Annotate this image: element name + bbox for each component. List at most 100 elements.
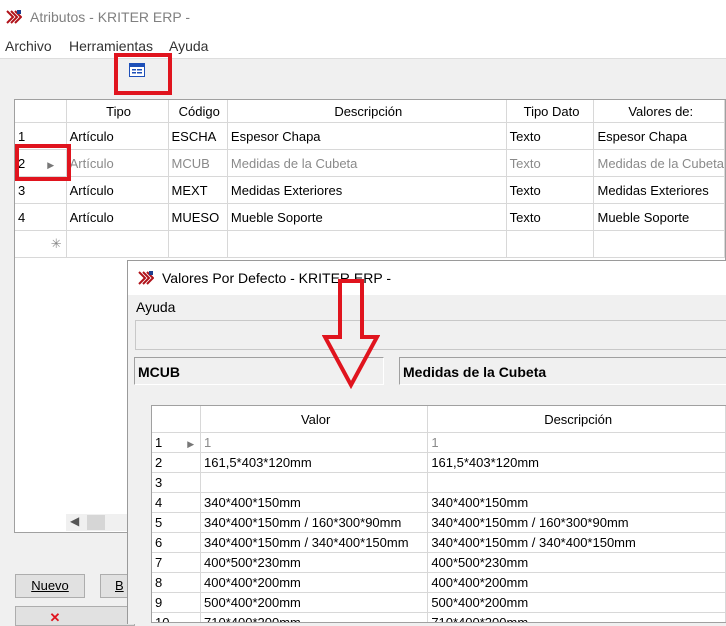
table-row[interactable]: 1 ▶ 1 1 — [152, 432, 726, 453]
table-row[interactable]: 7 400*500*230mm 400*500*230mm — [152, 552, 726, 573]
row-number[interactable]: 10 — [152, 612, 202, 622]
row-number[interactable]: 4 — [152, 492, 202, 513]
cell-valor[interactable]: 500*400*200mm — [200, 592, 429, 613]
col-tipo[interactable]: Tipo — [66, 100, 169, 123]
new-row[interactable]: ✳ — [15, 230, 725, 258]
table-row[interactable]: 8 400*400*200mm 400*400*200mm — [152, 572, 726, 593]
table-row[interactable]: 10 710*400*200mm 710*400*200mm — [152, 612, 726, 622]
main-toolbar — [0, 58, 726, 97]
col-descripcion[interactable]: Descripción — [227, 100, 507, 123]
row-number[interactable]: 9 — [152, 592, 202, 613]
cell-codigo[interactable]: MUESO — [168, 203, 228, 231]
cell-descripcion[interactable]: 500*400*200mm — [427, 592, 726, 613]
cell-valor[interactable]: 710*400*200mm — [200, 612, 429, 622]
nuevo-button[interactable]: Nuevo — [15, 574, 85, 598]
cell-valor[interactable] — [200, 472, 429, 493]
row-number[interactable]: 7 — [152, 552, 202, 573]
cell-valor[interactable]: 400*500*230mm — [200, 552, 429, 573]
col-descripcion[interactable]: Descripción — [427, 406, 726, 433]
grid-header-row: Tipo Código Descripción Tipo Dato Valore… — [15, 100, 725, 123]
cell-descripcion[interactable]: 400*500*230mm — [427, 552, 726, 573]
table-row[interactable]: 4 Artículo MUESO Mueble Soporte Texto Mu… — [15, 203, 725, 231]
cell-descripcion[interactable]: 1 — [427, 432, 726, 453]
menu-herramientas[interactable]: Herramientas — [69, 38, 153, 54]
cell-descripcion[interactable]: 340*400*150mm — [427, 492, 726, 513]
default-values-grid[interactable]: Valor Descripción 1 ▶ 1 1 2 161,5*403*120… — [151, 405, 726, 623]
defaults-menubar: Ayuda — [128, 295, 726, 319]
menu-ayuda[interactable]: Ayuda — [136, 299, 175, 315]
empty-cell[interactable] — [66, 230, 169, 258]
row-number[interactable]: 8 — [152, 572, 202, 593]
empty-cell[interactable] — [506, 230, 595, 258]
cell-valor[interactable]: 340*400*150mm — [200, 492, 429, 513]
defaults-titlebar: Valores Por Defecto - KRITER ERP - — [128, 261, 726, 295]
defaults-toolbar — [135, 320, 726, 350]
row-number[interactable]: 2 — [152, 452, 202, 473]
row-pointer-icon: ▶ — [187, 439, 195, 449]
app-icon — [138, 270, 154, 286]
cell-valores[interactable]: Espesor Chapa — [593, 122, 725, 150]
cell-tipo[interactable]: Artículo — [66, 122, 169, 150]
menu-archivo[interactable]: Archivo — [5, 38, 52, 54]
cell-valores[interactable]: Medidas Exteriores — [593, 176, 725, 204]
cell-tipo-dato[interactable]: Texto — [506, 176, 595, 204]
table-row[interactable]: 1 Artículo ESCHA Espesor Chapa Texto Esp… — [15, 122, 725, 150]
cell-tipo[interactable]: Artículo — [66, 176, 169, 204]
cell-valor[interactable]: 1 — [200, 432, 429, 453]
table-row[interactable]: 9 500*400*200mm 500*400*200mm — [152, 592, 726, 613]
cell-tipo[interactable]: Artículo — [66, 203, 169, 231]
cell-tipo-dato[interactable]: Texto — [506, 203, 595, 231]
col-codigo[interactable]: Código — [168, 100, 228, 123]
table-row[interactable]: 2 161,5*403*120mm 161,5*403*120mm — [152, 452, 726, 473]
b-label: B — [115, 578, 124, 593]
cell-codigo[interactable]: MEXT — [168, 176, 228, 204]
empty-cell[interactable] — [593, 230, 725, 258]
cell-descripcion[interactable]: 340*400*150mm / 160*300*90mm — [427, 512, 726, 533]
cell-valor[interactable]: 340*400*150mm / 340*400*150mm — [200, 532, 429, 553]
cell-descripcion[interactable]: 400*400*200mm — [427, 572, 726, 593]
table-row[interactable]: 4 340*400*150mm 340*400*150mm — [152, 492, 726, 513]
partial-button[interactable]: ✕ — [15, 606, 135, 626]
cell-descripcion[interactable]: 710*400*200mm — [427, 612, 726, 622]
scroll-left-icon[interactable]: ◀ — [70, 514, 79, 528]
row-number[interactable]: 3 — [152, 472, 202, 493]
scroll-thumb[interactable] — [87, 515, 105, 530]
down-arrow-annotation-icon — [321, 277, 381, 390]
cell-valores[interactable]: Medidas de la Cubeta — [593, 149, 725, 177]
cell-descripcion[interactable]: Medidas Exteriores — [227, 176, 507, 204]
table-row[interactable]: 5 340*400*150mm / 160*300*90mm 340*400*1… — [152, 512, 726, 533]
row-number[interactable]: 5 — [152, 512, 202, 533]
table-row[interactable]: 6 340*400*150mm / 340*400*150mm 340*400*… — [152, 532, 726, 553]
col-valor[interactable]: Valor — [200, 406, 429, 433]
empty-cell[interactable] — [168, 230, 228, 258]
cell-valor[interactable]: 340*400*150mm / 160*300*90mm — [200, 512, 429, 533]
table-row[interactable]: 3 Artículo MEXT Medidas Exteriores Texto… — [15, 176, 725, 204]
menu-ayuda[interactable]: Ayuda — [169, 38, 208, 54]
description-field: Medidas de la Cubeta — [399, 357, 726, 385]
cell-descripcion[interactable]: Medidas de la Cubeta — [227, 149, 507, 177]
col-valores[interactable]: Valores de: — [593, 100, 725, 123]
main-titlebar: Atributos - KRITER ERP - — [0, 0, 726, 34]
cell-valor[interactable]: 161,5*403*120mm — [200, 452, 429, 473]
app-icon — [6, 9, 22, 25]
cell-descripcion[interactable]: 340*400*150mm / 340*400*150mm — [427, 532, 726, 553]
grid-corner — [15, 100, 67, 123]
cell-descripcion[interactable] — [427, 472, 726, 493]
cell-valores[interactable]: Mueble Soporte — [593, 203, 725, 231]
row-number[interactable]: 6 — [152, 532, 202, 553]
empty-cell[interactable] — [227, 230, 507, 258]
table-row[interactable]: 3 — [152, 472, 726, 493]
cell-codigo[interactable]: ESCHA — [168, 122, 228, 150]
cell-descripcion[interactable]: Mueble Soporte — [227, 203, 507, 231]
table-row[interactable]: 2 ▶ Artículo MCUB Medidas de la Cubeta Te… — [15, 149, 725, 177]
cell-tipo-dato[interactable]: Texto — [506, 149, 595, 177]
row-number[interactable]: 4 — [15, 203, 67, 231]
cell-descripcion[interactable]: 161,5*403*120mm — [427, 452, 726, 473]
cell-tipo[interactable]: Artículo — [66, 149, 169, 177]
col-tipo-dato[interactable]: Tipo Dato — [506, 100, 595, 123]
cell-codigo[interactable]: MCUB — [168, 149, 228, 177]
cell-tipo-dato[interactable]: Texto — [506, 122, 595, 150]
cell-valor[interactable]: 400*400*200mm — [200, 572, 429, 593]
cell-descripcion[interactable]: Espesor Chapa — [227, 122, 507, 150]
row-number[interactable]: 1 ▶ — [152, 432, 202, 453]
